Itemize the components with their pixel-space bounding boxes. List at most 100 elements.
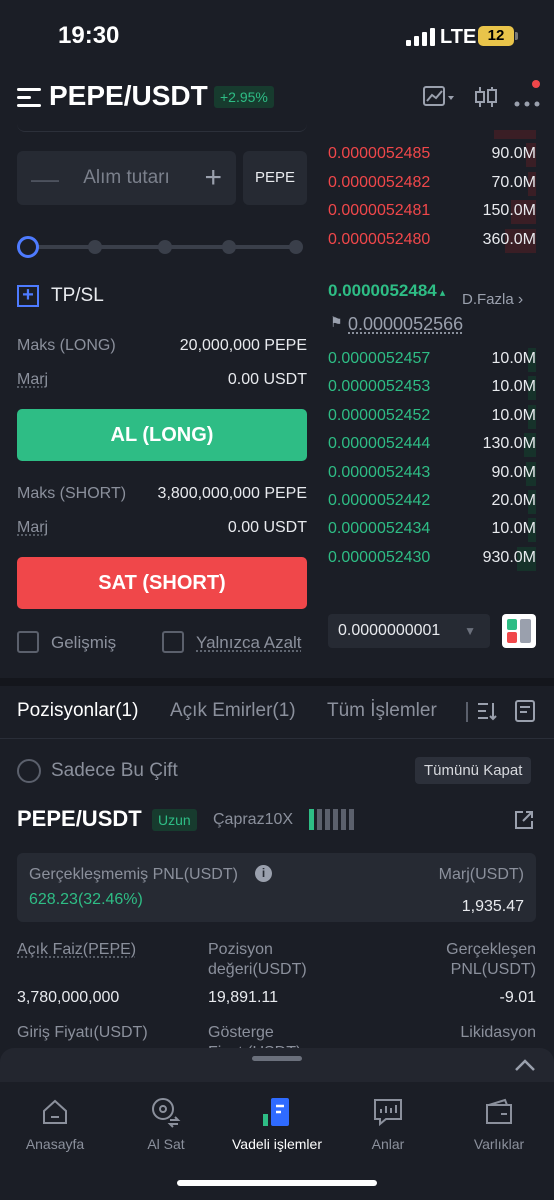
ask-row[interactable]: 0.0000052472 90.0M [328,117,536,141]
position-margin-value: 1,935.47 [461,898,524,915]
battery-icon: 12 [478,26,518,46]
order-price: 0.0000052457 [328,350,431,367]
reduce-only-checkbox[interactable] [162,631,184,653]
bid-row[interactable]: 0.0000052430 930.0M [328,545,536,573]
book-layout-icon[interactable] [502,614,536,648]
section-divider [0,678,554,686]
bid-row[interactable]: 0.0000052443 90.0M [328,460,536,488]
notification-dot [532,80,540,88]
chart-icon[interactable] [422,84,456,115]
unit-selector[interactable]: PEPE [243,151,307,205]
order-price: 0.0000052444 [328,435,431,453]
amount-slider[interactable] [17,235,307,259]
close-all-button[interactable]: Tümünü Kapat [415,757,532,784]
max-short-value: 3,800,000,000 PEPE [157,485,307,502]
order-qty: 10.0M [491,350,536,367]
more-depth-link[interactable]: D.Fazla › [462,291,523,309]
order-price: 0.0000052434 [328,520,431,538]
order-qty: 10.0M [491,378,536,396]
order-price: 0.0000052442 [328,492,431,509]
position-value: 19,891.11 [208,989,278,1006]
tpsl-checkbox-icon[interactable]: + [17,285,39,307]
home-icon [0,1094,110,1130]
amount-input[interactable]: — Alım tutarı + [17,151,236,205]
margin-long-label[interactable]: Marj [17,371,48,389]
pnl-card: Gerçekleşmemiş PNL(USDT) i 628.23(32.46%… [17,853,536,922]
order-qty: 70.0M [491,173,536,191]
bid-row[interactable]: 0.0000052442 20.0M [328,488,536,516]
pair-title[interactable]: PEPE/USDT [49,80,208,112]
unrealized-pnl-label: Gerçekleşmemiş PNL(USDT) [29,866,238,883]
sell-short-button[interactable]: SAT (SHORT) [17,557,307,609]
bid-row[interactable]: 0.0000052434 10.0M [328,516,536,544]
info-icon[interactable]: i [255,865,272,882]
order-qty: 130.0M [482,435,536,453]
tab-all-trades[interactable]: Tüm İşlemler [327,700,437,722]
document-icon[interactable] [514,699,536,728]
share-icon[interactable] [513,809,535,836]
risk-bars-icon [309,809,354,830]
nav-assets[interactable]: Varlıklar [444,1094,554,1152]
menu-icon[interactable] [17,88,41,108]
bottom-sheet[interactable] [0,1048,554,1084]
bid-row[interactable]: 0.0000052457 10.0M [328,346,536,374]
nav-home[interactable]: Anasayfa [0,1094,110,1152]
nav-moments[interactable]: Anlar [333,1094,443,1152]
network-label: LTE [440,26,477,48]
ask-row[interactable]: 0.0000052480 360.0M [328,227,536,255]
mark-price: 0.0000052566 [348,314,464,334]
home-indicator [177,1180,377,1186]
order-price: 0.0000052430 [328,548,431,566]
candlestick-icon[interactable] [474,84,498,115]
order-qty: 10.0M [491,406,536,424]
position-margin-label: Marj(USDT) [438,866,524,883]
order-qty: 90.0M [491,463,536,481]
status-time: 19:30 [58,22,120,49]
last-price[interactable]: 0.0000052484 ▴ [328,281,445,301]
ask-row[interactable]: 0.0000052482 70.0M [328,170,536,198]
slider-knob[interactable] [17,236,39,258]
order-price: 0.0000052482 [328,173,431,191]
flag-icon: ⚑ [330,314,343,330]
more-icon[interactable] [514,94,540,112]
chevron-up-icon[interactable] [514,1058,536,1077]
nav-trade[interactable]: Al Sat [111,1094,221,1152]
tpsl-label: TP/SL [51,285,104,306]
sheet-handle[interactable] [252,1056,302,1061]
bid-row[interactable]: 0.0000052453 10.0M [328,374,536,402]
depth-bar [494,130,536,139]
ask-row[interactable]: 0.0000052485 90.0M [328,141,536,169]
entry-price-label: Giriş Fiyatı(USDT) [17,1024,148,1041]
position-pair[interactable]: PEPE/USDT [17,806,142,832]
margin-short-value: 0.00 USDT [227,519,307,536]
buy-long-button[interactable]: AL (LONG) [17,409,307,461]
order-qty: 10.0M [491,520,536,538]
margin-short-label[interactable]: Marj [17,519,48,537]
order-price: 0.0000052453 [328,378,431,396]
tab-open-orders[interactable]: Açık Emirler(1) [170,700,296,722]
realized-pnl-value: -9.01 [499,989,536,1006]
wallet-icon [444,1094,554,1130]
leverage-label: Çapraz10X [213,811,294,828]
reduce-only-label: Yalnızca Azalt [196,633,302,652]
precision-select[interactable]: 0.0000000001 ▼ [328,614,490,648]
max-short-label: Maks (SHORT) [17,485,127,502]
trade-icon [111,1094,221,1130]
position-value-label: Pozisyon değeri(USDT) [208,941,307,978]
amount-placeholder: Alım tutarı [83,167,170,188]
advanced-checkbox[interactable] [17,631,39,653]
only-pair-radio[interactable] [17,759,41,783]
order-price: 0.0000052472 [328,117,431,134]
bid-row[interactable]: 0.0000052444 130.0M [328,431,536,459]
open-interest-label[interactable]: Açık Faiz(PEPE) [17,940,136,960]
bid-row[interactable]: 0.0000052452 10.0M [328,403,536,431]
order-price: 0.0000052452 [328,406,431,424]
ask-row[interactable]: 0.0000052481 150.0M [328,198,536,226]
liquidation-label: Likidasyon [460,1024,536,1041]
futures-icon [222,1094,332,1130]
nav-futures[interactable]: Vadeli işlemler [222,1094,332,1152]
order-price: 0.0000052481 [328,202,431,220]
sort-icon[interactable] [476,700,498,727]
tab-positions[interactable]: Pozisyonlar(1) [17,700,138,722]
increase-icon[interactable]: + [204,161,222,195]
